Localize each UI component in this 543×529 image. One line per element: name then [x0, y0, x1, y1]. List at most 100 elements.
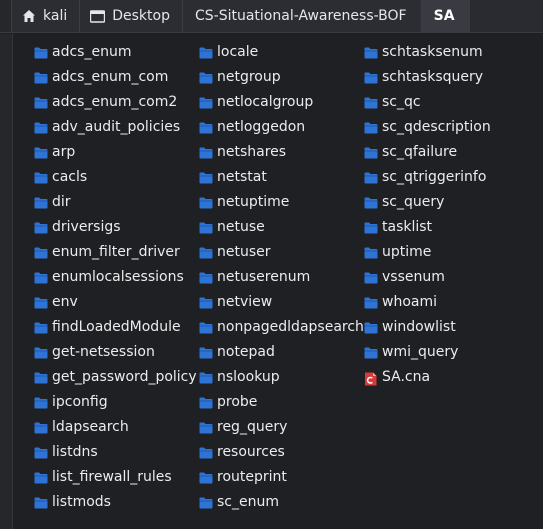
- item-label: probe: [217, 394, 258, 410]
- item-label: list_firewall_rules: [52, 469, 172, 485]
- path-bar-scroll-left[interactable]: [0, 0, 12, 32]
- folder-item[interactable]: schtasksquery: [364, 65, 491, 90]
- folder-icon: [364, 347, 378, 359]
- folder-icon: [364, 297, 378, 309]
- item-label: notepad: [217, 344, 275, 360]
- folder-item[interactable]: probe: [199, 390, 364, 415]
- folder-item[interactable]: cacls: [34, 165, 197, 190]
- item-label: routeprint: [217, 469, 287, 485]
- file-column-2: locale netgroup netlocalgroup netloggedon ne…: [199, 40, 364, 515]
- folder-item[interactable]: netloggedon: [199, 115, 364, 140]
- item-label: tasklist: [382, 219, 433, 235]
- folder-item[interactable]: sc_query: [364, 190, 491, 215]
- breadcrumb-item-cs-situational-awareness-bof[interactable]: CS-Situational-Awareness-BOF: [182, 0, 422, 32]
- item-label: netstat: [217, 169, 267, 185]
- item-label: findLoadedModule: [52, 319, 181, 335]
- folder-item[interactable]: netlocalgroup: [199, 90, 364, 115]
- folder-item[interactable]: listmods: [34, 490, 197, 515]
- folder-item[interactable]: sc_qtriggerinfo: [364, 165, 491, 190]
- item-label: nslookup: [217, 369, 280, 385]
- item-label: schtasksquery: [382, 69, 484, 85]
- item-label: sc_qfailure: [382, 144, 458, 160]
- folder-icon: [34, 247, 48, 259]
- folder-item[interactable]: sc_qc: [364, 90, 491, 115]
- item-label: nonpagedldapsearch: [217, 319, 364, 335]
- folder-icon: [364, 222, 378, 234]
- item-label: listmods: [52, 494, 111, 510]
- folder-icon: [34, 372, 48, 384]
- folder-item[interactable]: sc_qdescription: [364, 115, 491, 140]
- cna-file-icon: [364, 372, 378, 385]
- folder-item[interactable]: get-netsession: [34, 340, 197, 365]
- folder-item[interactable]: enumlocalsessions: [34, 265, 197, 290]
- folder-item[interactable]: findLoadedModule: [34, 315, 197, 340]
- folder-item[interactable]: get_password_policy: [34, 365, 197, 390]
- item-label: enumlocalsessions: [52, 269, 184, 285]
- folder-icon: [199, 222, 213, 234]
- folder-item[interactable]: sc_enum: [199, 490, 364, 515]
- item-label: netuse: [217, 219, 265, 235]
- item-label: adcs_enum_com2: [52, 94, 178, 110]
- folder-item[interactable]: adcs_enum: [34, 40, 197, 65]
- folder-item[interactable]: netuse: [199, 215, 364, 240]
- folder-item[interactable]: windowlist: [364, 315, 491, 340]
- folder-item[interactable]: nonpagedldapsearch: [199, 315, 364, 340]
- breadcrumb-item-kali[interactable]: kali: [12, 0, 81, 32]
- folder-icon: [34, 297, 48, 309]
- folder-item[interactable]: adcs_enum_com: [34, 65, 197, 90]
- folder-item[interactable]: wmi_query: [364, 340, 491, 365]
- item-label: locale: [217, 44, 259, 60]
- folder-item[interactable]: env: [34, 290, 197, 315]
- folder-item[interactable]: arp: [34, 140, 197, 165]
- folder-item[interactable]: vssenum: [364, 265, 491, 290]
- folder-item[interactable]: netview: [199, 290, 364, 315]
- folder-item[interactable]: routeprint: [199, 465, 364, 490]
- folder-item[interactable]: netuserenum: [199, 265, 364, 290]
- folder-item[interactable]: adcs_enum_com2: [34, 90, 197, 115]
- folder-item[interactable]: netshares: [199, 140, 364, 165]
- item-label: listdns: [52, 444, 98, 460]
- folder-item[interactable]: tasklist: [364, 215, 491, 240]
- item-label: whoami: [382, 294, 437, 310]
- folder-item[interactable]: netuptime: [199, 190, 364, 215]
- folder-item[interactable]: dir: [34, 190, 197, 215]
- folder-icon: [34, 97, 48, 109]
- folder-item[interactable]: list_firewall_rules: [34, 465, 197, 490]
- item-label: sc_qtriggerinfo: [382, 169, 487, 185]
- folder-item[interactable]: nslookup: [199, 365, 364, 390]
- folder-icon: [364, 172, 378, 184]
- folder-item[interactable]: sc_qfailure: [364, 140, 491, 165]
- folder-icon: [199, 147, 213, 159]
- folder-item[interactable]: enum_filter_driver: [34, 240, 197, 265]
- folder-icon: [199, 397, 213, 409]
- item-label: netshares: [217, 144, 287, 160]
- folder-item[interactable]: resources: [199, 440, 364, 465]
- folder-icon: [34, 197, 48, 209]
- folder-item[interactable]: netuser: [199, 240, 364, 265]
- item-label: netloggedon: [217, 119, 306, 135]
- item-label: uptime: [382, 244, 432, 260]
- folder-item[interactable]: whoami: [364, 290, 491, 315]
- folder-icon: [199, 322, 213, 334]
- folder-item[interactable]: netstat: [199, 165, 364, 190]
- folder-item[interactable]: locale: [199, 40, 364, 65]
- folder-item[interactable]: uptime: [364, 240, 491, 265]
- item-label: SA.cna: [382, 369, 431, 385]
- folder-item[interactable]: adv_audit_policies: [34, 115, 197, 140]
- folder-item[interactable]: schtasksenum: [364, 40, 491, 65]
- item-label: adv_audit_policies: [52, 119, 181, 135]
- folder-item[interactable]: ldapsearch: [34, 415, 197, 440]
- breadcrumb-item-desktop[interactable]: Desktop: [80, 0, 183, 32]
- folder-item[interactable]: reg_query: [199, 415, 364, 440]
- folder-item[interactable]: netgroup: [199, 65, 364, 90]
- folder-icon: [34, 72, 48, 84]
- folder-item[interactable]: ipconfig: [34, 390, 197, 415]
- folder-item[interactable]: listdns: [34, 440, 197, 465]
- folder-item[interactable]: driversigs: [34, 215, 197, 240]
- folder-item[interactable]: notepad: [199, 340, 364, 365]
- breadcrumb-label: CS-Situational-Awareness-BOF: [194, 8, 407, 24]
- folder-icon: [199, 172, 213, 184]
- breadcrumb-item-sa[interactable]: SA: [421, 0, 470, 32]
- file-item[interactable]: SA.cna: [364, 365, 491, 390]
- folder-icon: [199, 422, 213, 434]
